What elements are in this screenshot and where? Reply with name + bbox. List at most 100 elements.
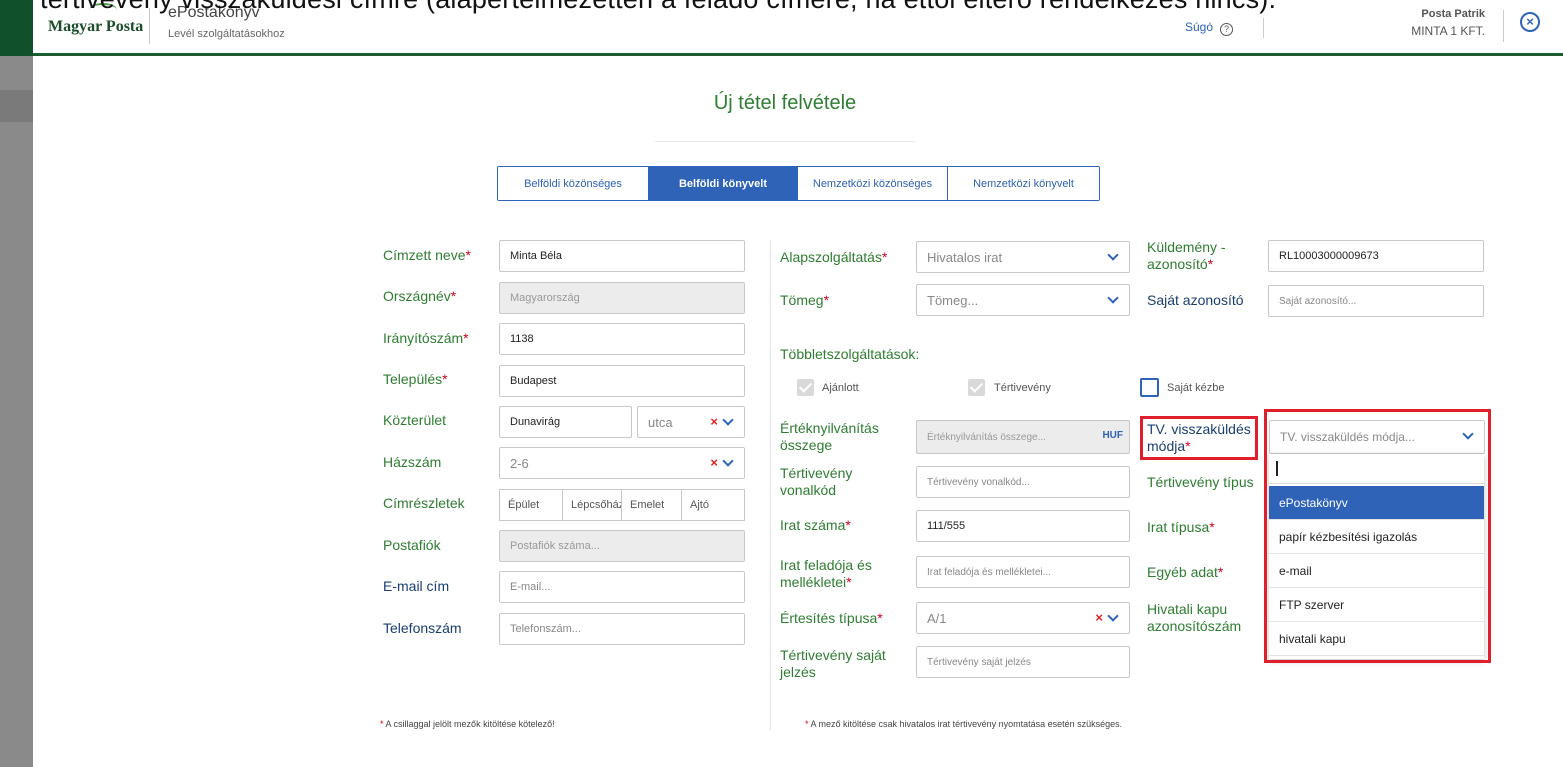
house-number-label: Házszám bbox=[383, 454, 442, 470]
own-hands-checkbox-label: Saját kézbe bbox=[1167, 382, 1225, 394]
doc-number-input[interactable]: 111/555 bbox=[916, 510, 1130, 542]
item-id-label-line2: azonosító bbox=[1147, 256, 1208, 272]
tab-international-regular[interactable]: Nemzetközi közönséges bbox=[798, 167, 948, 200]
pobox-input[interactable]: Postafiók száma... bbox=[499, 530, 745, 562]
extra-services-label: Többletszolgáltatások: bbox=[780, 346, 920, 362]
recipient-input[interactable]: Minta Béla bbox=[499, 240, 745, 272]
item-id-label: Küldemény - azonosító* bbox=[1147, 239, 1226, 272]
rr-own-mark-label-line2: jelzés bbox=[780, 664, 816, 680]
title-divider bbox=[655, 141, 915, 142]
item-id-input[interactable]: RL10003000009673 bbox=[1268, 240, 1484, 272]
chevron-down-icon[interactable] bbox=[722, 414, 734, 426]
sidebar-band bbox=[0, 90, 33, 122]
base-service-select[interactable]: Hivatalos irat bbox=[916, 241, 1130, 273]
column-divider bbox=[770, 240, 771, 730]
address-details-label: Címrészletek bbox=[383, 495, 465, 511]
phone-label: Telefonszám bbox=[383, 620, 462, 636]
registered-checkbox[interactable] bbox=[797, 379, 814, 396]
chevron-down-icon[interactable] bbox=[1107, 249, 1119, 261]
clear-icon[interactable]: × bbox=[710, 456, 718, 470]
chevron-down-icon[interactable] bbox=[722, 455, 734, 467]
own-id-label: Saját azonosító bbox=[1147, 292, 1244, 308]
pobox-label: Postafiók bbox=[383, 537, 441, 553]
overlay-caption: tértivevény visszaküldési címre (alapért… bbox=[40, 0, 1276, 15]
zip-input[interactable]: 1138 bbox=[499, 323, 745, 355]
doc-sender-label-line1: Irat feladója és bbox=[780, 557, 872, 573]
phone-input[interactable]: Telefonszám... bbox=[499, 613, 745, 645]
rr-own-mark-input[interactable]: Tértivevény saját jelzés bbox=[916, 646, 1130, 678]
building-input[interactable]: Épület bbox=[499, 489, 563, 521]
declared-value-label: Értéknyilvánítás összege bbox=[780, 420, 879, 454]
help-label: Súgó bbox=[1185, 20, 1214, 34]
return-receipt-checkbox-label: Tértivevény bbox=[994, 382, 1051, 394]
highlight-box-label bbox=[1140, 416, 1258, 460]
rr-own-mark-label: Tértivevény saját jelzés bbox=[780, 647, 886, 681]
official-doc-note-text: A mező kitöltése csak hivatalos irat tér… bbox=[808, 719, 1123, 729]
street-input[interactable]: Dunavirág bbox=[499, 406, 632, 438]
city-input[interactable]: Budapest bbox=[499, 365, 745, 397]
official-doc-note: * A mező kitöltése csak hivatalos irat t… bbox=[805, 719, 1123, 729]
city-label-text: Település bbox=[383, 371, 443, 387]
base-service-label: Alapszolgáltatás* bbox=[780, 249, 888, 265]
country-label: Országnév* bbox=[383, 288, 457, 304]
header-divider bbox=[1263, 18, 1264, 38]
country-label-text: Országnév bbox=[383, 288, 451, 304]
base-service-label-text: Alapszolgáltatás bbox=[780, 249, 882, 265]
chevron-down-icon[interactable] bbox=[1107, 292, 1119, 304]
floor-input[interactable]: Emelet bbox=[621, 489, 682, 521]
other-data-label: Egyéb adat* bbox=[1147, 564, 1224, 580]
declared-value-placeholder: Értéknyilvánítás összege... bbox=[927, 431, 1046, 443]
base-service-value: Hivatalos irat bbox=[927, 249, 1003, 265]
email-input[interactable]: E-mail... bbox=[499, 571, 745, 603]
own-id-input[interactable]: Saját azonosító... bbox=[1268, 285, 1484, 317]
rr-barcode-label: Tértivevény vonalkód bbox=[780, 465, 852, 499]
weight-label: Tömeg* bbox=[780, 292, 830, 308]
question-icon: ? bbox=[1220, 23, 1234, 36]
notification-type-label: Értesítés típusa* bbox=[780, 610, 883, 626]
gov-gate-label-line2: azonosítószám bbox=[1147, 618, 1242, 634]
doc-number-label-text: Irat száma bbox=[780, 517, 846, 533]
door-input[interactable]: Ajtó bbox=[681, 489, 745, 521]
tab-international-registered[interactable]: Nemzetközi könyvelt bbox=[948, 167, 1099, 200]
weight-select[interactable]: Tömeg... bbox=[916, 284, 1130, 316]
rr-type-label: Tértivevény típus bbox=[1147, 474, 1254, 490]
user-name: Posta Patrik bbox=[1421, 8, 1485, 20]
user-organization: MINTA 1 KFT. bbox=[1411, 24, 1485, 38]
app-subtitle: Levél szolgáltatásokhoz bbox=[168, 28, 285, 40]
help-link[interactable]: Súgó? bbox=[1185, 20, 1234, 36]
return-receipt-checkbox[interactable] bbox=[968, 379, 985, 396]
house-number-value: 2-6 bbox=[510, 455, 529, 471]
street-type-value: utca bbox=[648, 414, 673, 430]
declared-value-input[interactable]: Értéknyilvánítás összege... HUF bbox=[916, 420, 1130, 454]
sidebar-active-tab bbox=[0, 0, 33, 56]
street-type-select[interactable]: utca × bbox=[637, 406, 745, 438]
rr-barcode-label-line2: vonalkód bbox=[780, 482, 837, 498]
other-data-label-text: Egyéb adat bbox=[1147, 564, 1218, 580]
gov-gate-label-line1: Hivatali kapu bbox=[1147, 601, 1228, 617]
required-note-text: A csillaggal jelölt mezők kitöltése köte… bbox=[383, 719, 555, 729]
declared-value-label-line1: Értéknyilvánítás bbox=[780, 420, 879, 436]
doc-number-label: Irat száma* bbox=[780, 517, 851, 533]
notification-type-select[interactable]: A/1 × bbox=[916, 602, 1130, 634]
country-input[interactable]: Magyarország bbox=[499, 282, 745, 314]
own-hands-checkbox[interactable] bbox=[1140, 378, 1159, 397]
doc-type-label: Irat típusa* bbox=[1147, 519, 1215, 535]
rr-barcode-input[interactable]: Tértivevény vonalkód... bbox=[916, 466, 1130, 498]
doc-sender-label: Irat feladója és mellékletei* bbox=[780, 557, 872, 590]
tab-domestic-regular[interactable]: Belföldi közönséges bbox=[498, 167, 649, 200]
close-icon[interactable]: × bbox=[1520, 12, 1540, 32]
tab-domestic-registered[interactable]: Belföldi könyvelt bbox=[649, 167, 798, 200]
chevron-down-icon[interactable] bbox=[1107, 610, 1119, 622]
doc-sender-label-line2: mellékletei bbox=[780, 574, 847, 590]
magyar-posta-logo[interactable]: Magyar Posta bbox=[48, 18, 143, 36]
staircase-input[interactable]: Lépcsőház bbox=[562, 489, 622, 521]
zip-label-text: Irányítószám bbox=[383, 330, 464, 346]
doc-sender-input[interactable]: Irat feladója és mellékletei... bbox=[916, 556, 1130, 588]
clear-icon[interactable]: × bbox=[1095, 611, 1103, 625]
page-title: Új tétel felvétele bbox=[713, 92, 857, 114]
clear-icon[interactable]: × bbox=[710, 415, 718, 429]
recipient-label: Címzett neve* bbox=[383, 247, 471, 263]
house-number-select[interactable]: 2-6 × bbox=[499, 447, 745, 479]
registered-checkbox-label: Ajánlott bbox=[822, 382, 859, 394]
item-id-label-line1: Küldemény - bbox=[1147, 239, 1226, 255]
